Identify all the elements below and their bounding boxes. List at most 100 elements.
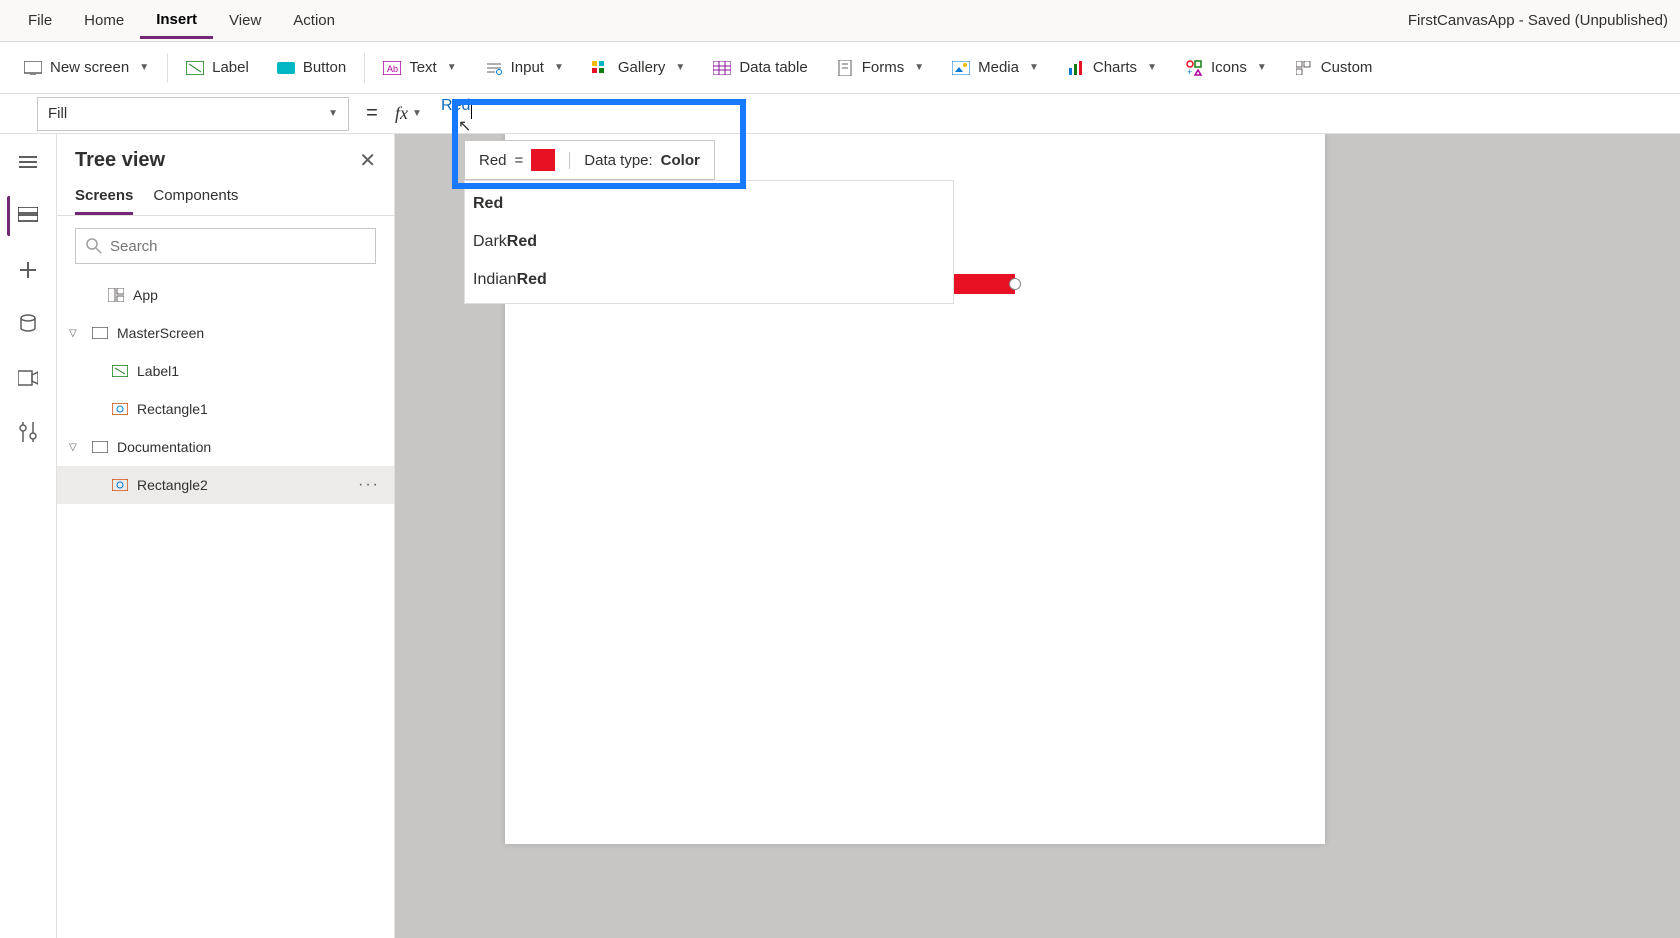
input-icon bbox=[485, 59, 503, 77]
more-button[interactable]: ··· bbox=[358, 476, 380, 494]
insert-toolbar: New screen ▼ Label Button Ab Text ▼ Inpu… bbox=[0, 42, 1680, 94]
rectangle-icon bbox=[111, 400, 129, 418]
charts-button[interactable]: Charts ▼ bbox=[1053, 51, 1171, 85]
chevron-down-icon: ▼ bbox=[139, 62, 149, 73]
tree-documentation-label: Documentation bbox=[117, 439, 211, 455]
rail-data[interactable] bbox=[8, 304, 48, 344]
screen-icon bbox=[91, 438, 109, 456]
screen-icon bbox=[24, 59, 42, 77]
menu-file[interactable]: File bbox=[12, 4, 68, 37]
gallery-icon bbox=[592, 59, 610, 77]
table-icon bbox=[713, 59, 731, 77]
gallery-button[interactable]: Gallery ▼ bbox=[578, 51, 699, 85]
datatype-value: Color bbox=[661, 152, 700, 169]
input-button-label: Input bbox=[511, 59, 544, 76]
media-label: Media bbox=[978, 59, 1019, 76]
suggest-item-darkred[interactable]: DarkRed bbox=[465, 223, 953, 261]
chevron-down-icon: ▼ bbox=[447, 62, 457, 73]
icons-button[interactable]: + Icons ▼ bbox=[1171, 51, 1281, 85]
rail-media[interactable] bbox=[8, 358, 48, 398]
property-selector[interactable]: Fill ▼ bbox=[37, 97, 349, 131]
chevron-down-icon: ▼ bbox=[328, 108, 338, 119]
chevron-down-icon: ▼ bbox=[412, 108, 422, 119]
color-swatch bbox=[531, 149, 555, 171]
menu-action[interactable]: Action bbox=[277, 4, 351, 37]
custom-icon bbox=[1295, 59, 1313, 77]
charts-icon bbox=[1067, 59, 1085, 77]
tree-rectangle1[interactable]: Rectangle1 bbox=[57, 390, 394, 428]
close-panel-button[interactable]: ✕ bbox=[359, 148, 376, 173]
panel-tabs: Screens Components bbox=[57, 179, 394, 216]
gallery-button-label: Gallery bbox=[618, 59, 666, 76]
new-screen-button[interactable]: New screen ▼ bbox=[10, 51, 163, 85]
app-icon bbox=[107, 286, 125, 304]
tree-app[interactable]: App bbox=[57, 276, 394, 314]
forms-label: Forms bbox=[862, 59, 905, 76]
menu-insert[interactable]: Insert bbox=[140, 3, 213, 39]
tree-rectangle2[interactable]: Rectangle2 ··· bbox=[57, 466, 394, 504]
button-icon bbox=[277, 59, 295, 77]
label-icon bbox=[111, 362, 129, 380]
chevron-down-icon: ▼ bbox=[1029, 62, 1039, 73]
tree-rectangle2-label: Rectangle2 bbox=[137, 477, 208, 493]
menubar: File Home Insert View Action FirstCanvas… bbox=[0, 0, 1680, 42]
forms-icon bbox=[836, 59, 854, 77]
rail-hamburger[interactable] bbox=[8, 142, 48, 182]
tree-view-panel: Tree view ✕ Screens Components App ▽ Mas… bbox=[57, 134, 395, 938]
svg-text:+: + bbox=[1187, 67, 1192, 76]
formula-tooltip: Red = Data type: Color bbox=[464, 140, 715, 180]
media-icon bbox=[952, 59, 970, 77]
formula-bar: Fill ▼ = fx▼ Red bbox=[0, 94, 1680, 134]
tree-screen-documentation[interactable]: ▽ Documentation bbox=[57, 428, 394, 466]
menu-home[interactable]: Home bbox=[68, 4, 140, 37]
formula-input[interactable]: Red bbox=[431, 97, 1680, 131]
tree-master-label: MasterScreen bbox=[117, 325, 204, 341]
chevron-down-icon: ▼ bbox=[554, 62, 564, 73]
search-input[interactable] bbox=[110, 238, 365, 255]
rail-advanced[interactable] bbox=[8, 412, 48, 452]
data-table-label: Data table bbox=[739, 59, 807, 76]
input-button[interactable]: Input ▼ bbox=[471, 51, 578, 85]
tooltip-name: Red bbox=[479, 152, 507, 169]
tree-label1[interactable]: Label1 bbox=[57, 352, 394, 390]
new-screen-label: New screen bbox=[50, 59, 129, 76]
mouse-cursor: ↖ bbox=[458, 116, 471, 136]
text-icon: Ab bbox=[383, 59, 401, 77]
tree-rectangle1-label: Rectangle1 bbox=[137, 401, 208, 417]
tab-components[interactable]: Components bbox=[153, 179, 238, 215]
tooltip-eq: = bbox=[515, 152, 524, 169]
suggest-item-red[interactable]: Red bbox=[465, 185, 953, 223]
chevron-down-icon[interactable]: ▽ bbox=[69, 442, 83, 453]
rail-insert[interactable] bbox=[8, 250, 48, 290]
tab-screens[interactable]: Screens bbox=[75, 179, 133, 215]
svg-text:Ab: Ab bbox=[387, 64, 398, 74]
rectangle-icon bbox=[111, 476, 129, 494]
search-box[interactable] bbox=[75, 228, 376, 264]
equals-sign: = bbox=[349, 102, 395, 125]
rail-tree-view[interactable] bbox=[7, 196, 47, 236]
formula-value: Red bbox=[441, 97, 470, 114]
label-icon bbox=[186, 59, 204, 77]
fx-button[interactable]: fx▼ bbox=[395, 103, 431, 124]
icons-icon: + bbox=[1185, 59, 1203, 77]
tree-list: App ▽ MasterScreen Label1 Rectangle1 ▽ D… bbox=[57, 272, 394, 508]
media-button[interactable]: Media ▼ bbox=[938, 51, 1053, 85]
chevron-down-icon: ▼ bbox=[914, 62, 924, 73]
tree-label1-label: Label1 bbox=[137, 363, 179, 379]
text-button[interactable]: Ab Text ▼ bbox=[369, 51, 470, 85]
menu-view[interactable]: View bbox=[213, 4, 277, 37]
chevron-down-icon[interactable]: ▽ bbox=[69, 328, 83, 339]
forms-button[interactable]: Forms ▼ bbox=[822, 51, 938, 85]
tree-screen-master[interactable]: ▽ MasterScreen bbox=[57, 314, 394, 352]
tooltip-datatype: Data type: Color bbox=[569, 152, 714, 169]
resize-handle-right[interactable] bbox=[1009, 278, 1021, 290]
label-button[interactable]: Label bbox=[172, 51, 263, 85]
data-table-button[interactable]: Data table bbox=[699, 51, 821, 85]
button-button[interactable]: Button bbox=[263, 51, 360, 85]
left-rail bbox=[0, 134, 57, 938]
charts-label: Charts bbox=[1093, 59, 1137, 76]
datatype-label: Data type: bbox=[584, 152, 652, 169]
custom-button[interactable]: Custom bbox=[1281, 51, 1387, 85]
suggest-item-indianred[interactable]: IndianRed bbox=[465, 261, 953, 299]
chevron-down-icon: ▼ bbox=[675, 62, 685, 73]
